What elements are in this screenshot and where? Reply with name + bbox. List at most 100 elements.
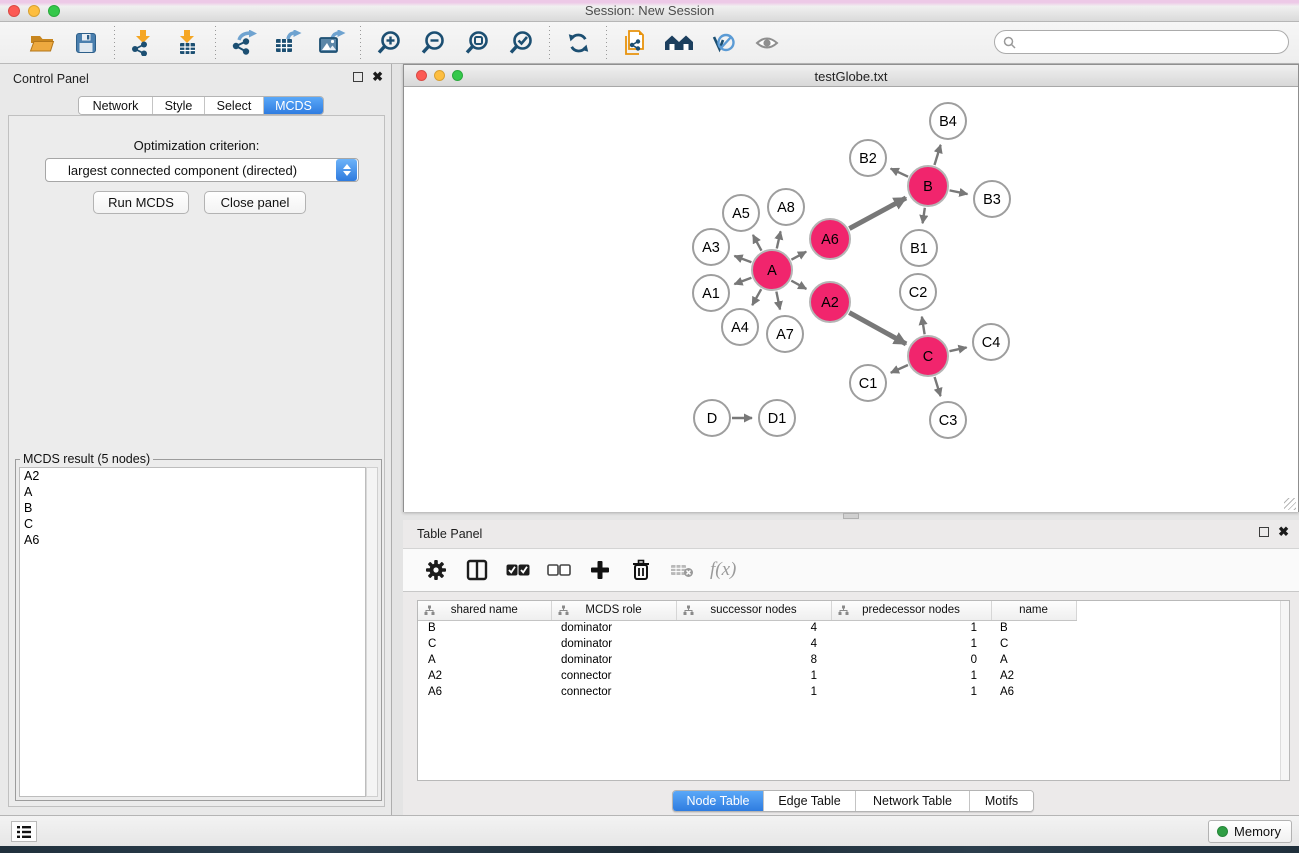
table-cell[interactable]: C — [418, 636, 551, 652]
tab-mcds[interactable]: MCDS — [264, 97, 323, 114]
refresh-button[interactable] — [563, 28, 593, 58]
table-options-gear-button[interactable] — [423, 557, 449, 583]
graph-edge[interactable] — [777, 231, 781, 248]
graph-edge[interactable] — [922, 317, 925, 335]
network-graph[interactable]: B4B2BB3A5A8A6A3B1AA1C2A2A4A7C4CC1C3DD1 — [404, 87, 1298, 512]
open-session-button[interactable] — [27, 28, 57, 58]
table-cell[interactable]: 8 — [676, 652, 831, 668]
new-network-from-selection-button[interactable] — [620, 28, 650, 58]
table-cell[interactable]: A2 — [418, 668, 551, 684]
graph-edge[interactable] — [849, 198, 906, 229]
table-cell[interactable]: 0 — [831, 652, 991, 668]
float-table-panel-icon[interactable] — [1259, 527, 1269, 537]
graph-edge[interactable] — [753, 235, 762, 251]
close-table-panel-icon[interactable]: ✖ — [1278, 527, 1289, 537]
run-mcds-button[interactable]: Run MCDS — [93, 191, 189, 214]
column-header-name[interactable]: name — [991, 601, 1076, 620]
show-task-history-button[interactable] — [11, 821, 37, 842]
mcds-result-list[interactable]: A2ABCA6 — [19, 467, 366, 797]
table-cell[interactable]: connector — [551, 668, 676, 684]
import-network-button[interactable] — [128, 28, 158, 58]
splitter-handle[interactable] — [843, 513, 859, 519]
table-scrollbar[interactable] — [1280, 601, 1289, 780]
tab-style[interactable]: Style — [153, 97, 205, 114]
optimization-criterion-dropdown[interactable]: largest connected component (directed) — [45, 158, 359, 182]
graph-edge[interactable] — [935, 377, 941, 396]
graph-edge[interactable] — [734, 256, 751, 262]
column-header-mcds-role[interactable]: MCDS role — [551, 601, 676, 620]
tab-motifs[interactable]: Motifs — [970, 791, 1033, 811]
table-cell[interactable]: 1 — [676, 668, 831, 684]
export-image-button[interactable] — [317, 28, 347, 58]
tab-edge-table[interactable]: Edge Table — [764, 791, 856, 811]
graph-edge[interactable] — [934, 145, 940, 165]
table-row[interactable]: A6connector11A6 — [418, 684, 1076, 700]
tab-network-table[interactable]: Network Table — [856, 791, 970, 811]
table-cell[interactable]: C — [991, 636, 1076, 652]
tab-network[interactable]: Network — [79, 97, 153, 114]
table-cell[interactable]: 1 — [831, 684, 991, 700]
show-columns-button[interactable] — [464, 557, 490, 583]
table-cell[interactable]: dominator — [551, 636, 676, 652]
table-row[interactable]: A2connector11A2 — [418, 668, 1076, 684]
table-cell[interactable]: dominator — [551, 620, 676, 636]
table-cell[interactable]: dominator — [551, 652, 676, 668]
mcds-result-item[interactable]: A2 — [20, 468, 365, 484]
zoom-selected-button[interactable] — [506, 28, 536, 58]
export-table-button[interactable] — [273, 28, 303, 58]
close-panel-button[interactable]: Close panel — [204, 191, 306, 214]
graph-edge[interactable] — [891, 365, 908, 373]
zoom-fit-button[interactable] — [462, 28, 492, 58]
function-builder-button[interactable]: f(x) — [710, 559, 736, 581]
graph-edge[interactable] — [734, 278, 751, 284]
memory-button[interactable]: Memory — [1208, 820, 1292, 843]
tab-node-table[interactable]: Node Table — [673, 791, 764, 811]
mcds-result-item[interactable]: B — [20, 500, 365, 516]
create-column-button[interactable] — [587, 557, 613, 583]
delete-columns-button[interactable] — [628, 557, 654, 583]
graph-edge[interactable] — [891, 169, 908, 177]
network-window-titlebar[interactable]: testGlobe.txt — [404, 65, 1298, 87]
network-canvas[interactable]: B4B2BB3A5A8A6A3B1AA1C2A2A4A7C4CC1C3DD1 — [404, 87, 1298, 512]
zoom-out-button[interactable] — [418, 28, 448, 58]
graph-edge[interactable] — [776, 292, 780, 310]
import-table-button[interactable] — [172, 28, 202, 58]
unselect-all-columns-button[interactable] — [546, 557, 572, 583]
graph-edge[interactable] — [949, 347, 966, 351]
hide-selected-button[interactable] — [708, 28, 738, 58]
table-cell[interactable]: A — [418, 652, 551, 668]
table-cell[interactable]: 1 — [831, 620, 991, 636]
export-network-button[interactable] — [229, 28, 259, 58]
table-cell[interactable]: 1 — [831, 668, 991, 684]
graph-edge[interactable] — [791, 281, 806, 289]
table-row[interactable]: Adominator80A — [418, 652, 1076, 668]
column-header-successor-nodes[interactable]: successor nodes — [676, 601, 831, 620]
table-cell[interactable]: B — [991, 620, 1076, 636]
table-cell[interactable]: 1 — [676, 684, 831, 700]
first-neighbors-button[interactable] — [664, 28, 694, 58]
mcds-result-item[interactable]: A6 — [20, 532, 365, 548]
graph-edge[interactable] — [923, 208, 925, 223]
zoom-in-button[interactable] — [374, 28, 404, 58]
table-cell[interactable]: 4 — [676, 620, 831, 636]
table-row[interactable]: Bdominator41B — [418, 620, 1076, 636]
mcds-result-item[interactable]: A — [20, 484, 365, 500]
window-resize-grip[interactable] — [1284, 498, 1296, 510]
graph-edge[interactable] — [791, 252, 806, 260]
table-cell[interactable]: A — [991, 652, 1076, 668]
save-session-button[interactable] — [71, 28, 101, 58]
table-cell[interactable]: A6 — [991, 684, 1076, 700]
close-panel-icon[interactable]: ✖ — [372, 72, 383, 82]
table-cell[interactable]: A2 — [991, 668, 1076, 684]
delete-table-button[interactable] — [669, 557, 695, 583]
mcds-result-item[interactable]: C — [20, 516, 365, 532]
graph-edge[interactable] — [752, 289, 761, 305]
table-cell[interactable]: connector — [551, 684, 676, 700]
table-row[interactable]: Cdominator41C — [418, 636, 1076, 652]
search-input[interactable] — [1016, 35, 1288, 49]
table-cell[interactable]: B — [418, 620, 551, 636]
column-header-shared-name[interactable]: shared name — [418, 601, 551, 620]
graph-edge[interactable] — [849, 313, 906, 344]
result-list-scrollbar[interactable] — [366, 467, 378, 797]
tab-select[interactable]: Select — [205, 97, 264, 114]
